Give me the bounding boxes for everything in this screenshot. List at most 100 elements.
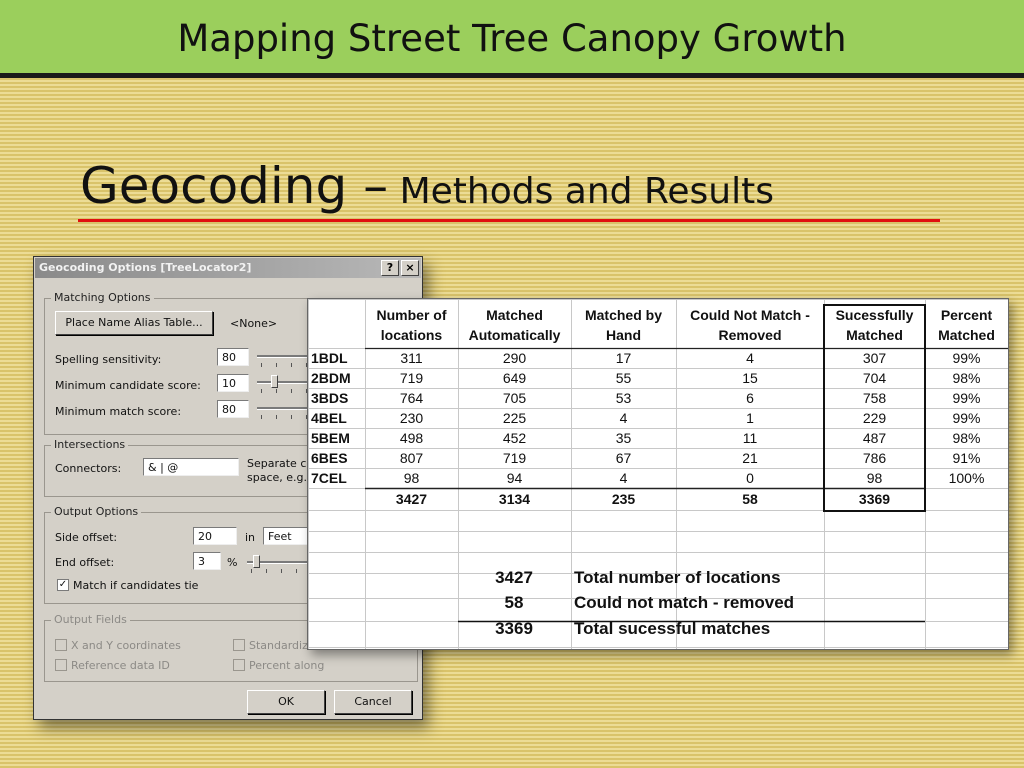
table-cell: 786 (863, 450, 887, 466)
side-offset-label: Side offset: (55, 531, 118, 544)
end-offset-field[interactable]: 3 (193, 552, 221, 570)
output-fields-label: Output Fields (51, 613, 130, 626)
match-score-field[interactable]: 80 (217, 400, 249, 418)
table-cell: 55 (616, 370, 632, 386)
intersections-label: Intersections (51, 438, 129, 451)
table-cell: 21 (742, 450, 758, 466)
reference-id-checkbox[interactable] (55, 659, 67, 671)
heading-underline (78, 219, 940, 222)
end-offset-percent-label: % (227, 556, 238, 569)
xy-coordinates-checkbox[interactable] (55, 639, 67, 651)
total-cell: 235 (612, 491, 636, 507)
percent-along-checkbox[interactable] (233, 659, 245, 671)
table-cell: 311 (400, 350, 423, 366)
connectors-field[interactable]: & | @ (143, 458, 239, 476)
table-cell: 4 (746, 350, 754, 366)
table-cell: 758 (863, 390, 887, 406)
row-label: 2BDM (311, 370, 351, 386)
separate-connectors-text: Separate co (247, 457, 314, 470)
header-cell-line2: Matched (846, 327, 903, 343)
match-tie-checkbox[interactable]: ✓ (57, 579, 69, 591)
candidate-slider-thumb[interactable] (271, 375, 278, 388)
side-offset-field[interactable]: 20 (193, 527, 237, 545)
candidate-score-label: Minimum candidate score: (55, 379, 201, 392)
table-cell: 11 (743, 430, 758, 446)
summary-label: Could not match - removed (574, 593, 794, 612)
heading-main: Geocoding – (80, 157, 389, 215)
side-offset-unit-select[interactable]: Feet (263, 527, 313, 545)
connectors-label: Connectors: (55, 462, 122, 475)
place-name-alias-button[interactable]: Place Name Alias Table... (55, 311, 213, 335)
header-cell-line1: Could Not Match - (690, 307, 810, 323)
row-label: 4BEL (311, 410, 347, 426)
table-cell: 764 (400, 390, 424, 406)
total-cell: 3427 (396, 491, 427, 507)
spelling-sensitivity-label: Spelling sensitivity: (55, 353, 162, 366)
candidate-score-slider[interactable] (257, 381, 313, 384)
header-cell-line1: Number of (377, 307, 447, 323)
table-cell: 99% (952, 390, 980, 406)
table-cell: 98% (952, 430, 980, 446)
table-cell: 17 (616, 350, 632, 366)
table-cell: 4 (620, 410, 628, 426)
percent-along-label: Percent along (249, 659, 325, 672)
summary-label: Total number of locations (574, 568, 781, 587)
summary-value: 3427 (495, 568, 533, 587)
table-cell: 290 (503, 350, 527, 366)
separate-connectors-example: space, e.g. (247, 471, 308, 484)
table-cell: 1 (746, 410, 754, 426)
candidate-slider-ticks (261, 389, 313, 393)
header-cell-line1: Sucessfully (836, 307, 914, 323)
table-cell: 98% (952, 370, 980, 386)
table-cell: 4 (620, 470, 628, 486)
standardized-checkbox[interactable] (233, 639, 245, 651)
table-cell: 67 (616, 450, 632, 466)
table-cell: 6 (746, 390, 754, 406)
header-cell-line2: Hand (606, 327, 641, 343)
table-cell: 498 (400, 430, 424, 446)
total-cell: 3369 (859, 491, 890, 507)
table-cell: 91% (952, 450, 980, 466)
match-score-label: Minimum match score: (55, 405, 182, 418)
output-options-label: Output Options (51, 505, 142, 518)
help-button[interactable]: ? (381, 260, 399, 276)
xy-coordinates-label: X and Y coordinates (71, 639, 181, 652)
end-offset-slider-thumb[interactable] (253, 555, 260, 568)
heading-sub: Methods and Results (388, 171, 774, 212)
dialog-title: Geocoding Options [TreeLocator2] (39, 261, 252, 274)
ok-button[interactable]: OK (247, 690, 325, 714)
header-cell-line2: Removed (718, 327, 781, 343)
spelling-sensitivity-slider[interactable] (257, 355, 313, 358)
table-cell: 98 (867, 470, 883, 486)
match-score-slider[interactable] (257, 407, 313, 410)
slide-title: Mapping Street Tree Canopy Growth (177, 17, 847, 60)
header-cell-line1: Matched by (585, 307, 662, 323)
table-cell: 0 (746, 470, 754, 486)
match-slider-ticks (261, 415, 313, 419)
spelling-sensitivity-field[interactable]: 80 (217, 348, 249, 366)
dialog-titlebar[interactable]: Geocoding Options [TreeLocator2] ? × (35, 258, 421, 278)
close-button[interactable]: × (401, 260, 419, 276)
side-offset-in-label: in (245, 531, 256, 544)
table-cell: 35 (616, 430, 632, 446)
row-label: 7CEL (311, 470, 347, 486)
table-cell: 307 (863, 350, 887, 366)
results-table: Number of locations Matched Automatically Ma… (308, 299, 1008, 649)
results-spreadsheet: Number of locations Matched Automatically Ma… (307, 298, 1009, 650)
table-cell: 719 (503, 450, 527, 466)
end-offset-slider-ticks (251, 569, 313, 573)
cancel-button[interactable]: Cancel (334, 690, 412, 714)
table-cell: 719 (400, 370, 424, 386)
reference-id-label: Reference data ID (71, 659, 170, 672)
table-cell: 649 (503, 370, 527, 386)
table-cell: 99% (952, 410, 980, 426)
candidate-score-field[interactable]: 10 (217, 374, 249, 392)
table-cell: 230 (400, 410, 424, 426)
row-label: 5BEM (311, 430, 350, 446)
header-cell-line1: Percent (941, 307, 993, 323)
table-cell: 98 (404, 470, 420, 486)
spelling-slider-ticks (261, 363, 313, 367)
table-cell: 705 (503, 390, 527, 406)
table-cell: 94 (507, 470, 523, 486)
header-cell-line1: Matched (486, 307, 543, 323)
